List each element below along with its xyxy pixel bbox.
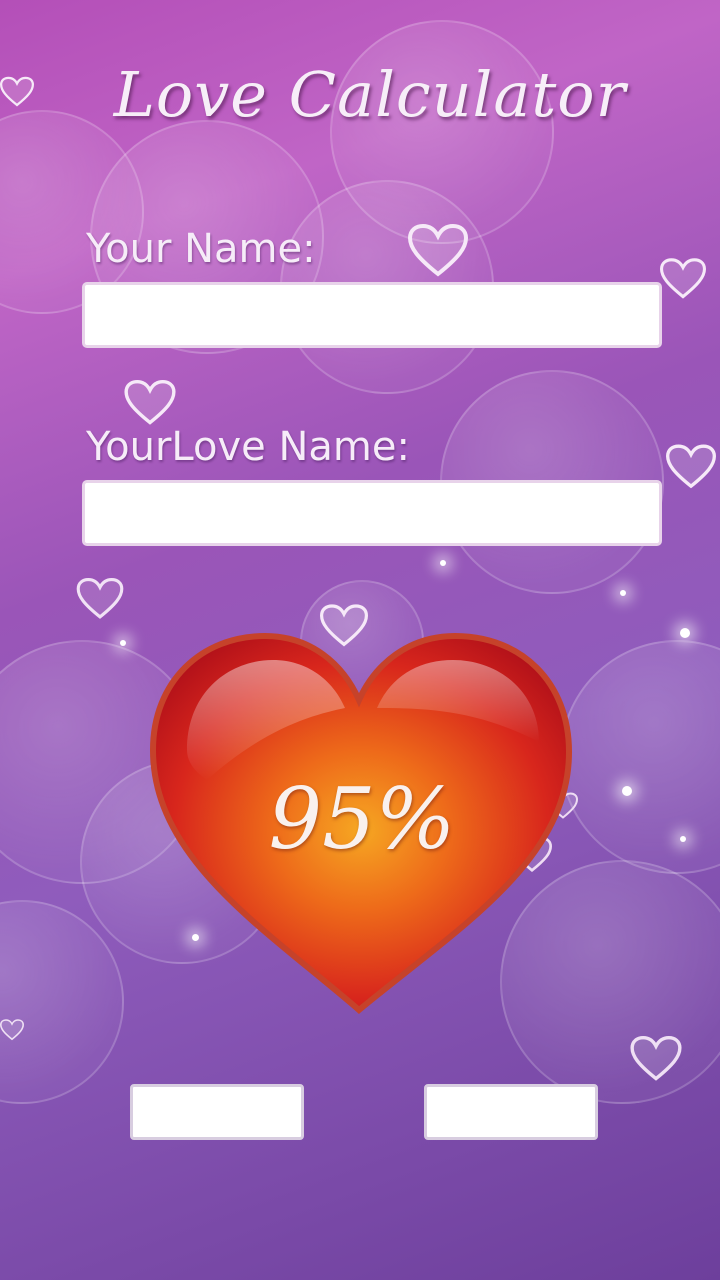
love-percentage: 95% [268, 770, 456, 868]
heart-outline-icon [76, 578, 124, 619]
heart-outline-icon [666, 444, 716, 489]
sparkle [120, 640, 126, 646]
your-name-input[interactable] [82, 282, 662, 348]
result-heart: 95% [147, 630, 577, 1020]
left-action-button[interactable] [130, 1084, 304, 1140]
bg-bubble [0, 900, 124, 1104]
heart-outline-icon [0, 1019, 24, 1041]
heart-outline-icon [630, 1036, 682, 1081]
sparkle [620, 590, 626, 596]
bg-bubble [560, 640, 720, 874]
heart-outline-icon [660, 258, 706, 299]
sparkle [680, 836, 686, 842]
sparkle [622, 786, 632, 796]
right-action-button[interactable] [424, 1084, 598, 1140]
sparkle [440, 560, 446, 566]
app-title: Love Calculator [113, 58, 627, 131]
sparkle [680, 628, 690, 638]
bg-bubble [330, 20, 554, 244]
love-name-label: YourLove Name: [86, 424, 410, 470]
heart-outline-icon [124, 380, 176, 425]
app-screen: Love Calculator Your Name: YourLove Name… [0, 0, 720, 1280]
love-name-input[interactable] [82, 480, 662, 546]
your-name-label: Your Name: [86, 226, 316, 272]
heart-outline-icon [408, 224, 468, 277]
